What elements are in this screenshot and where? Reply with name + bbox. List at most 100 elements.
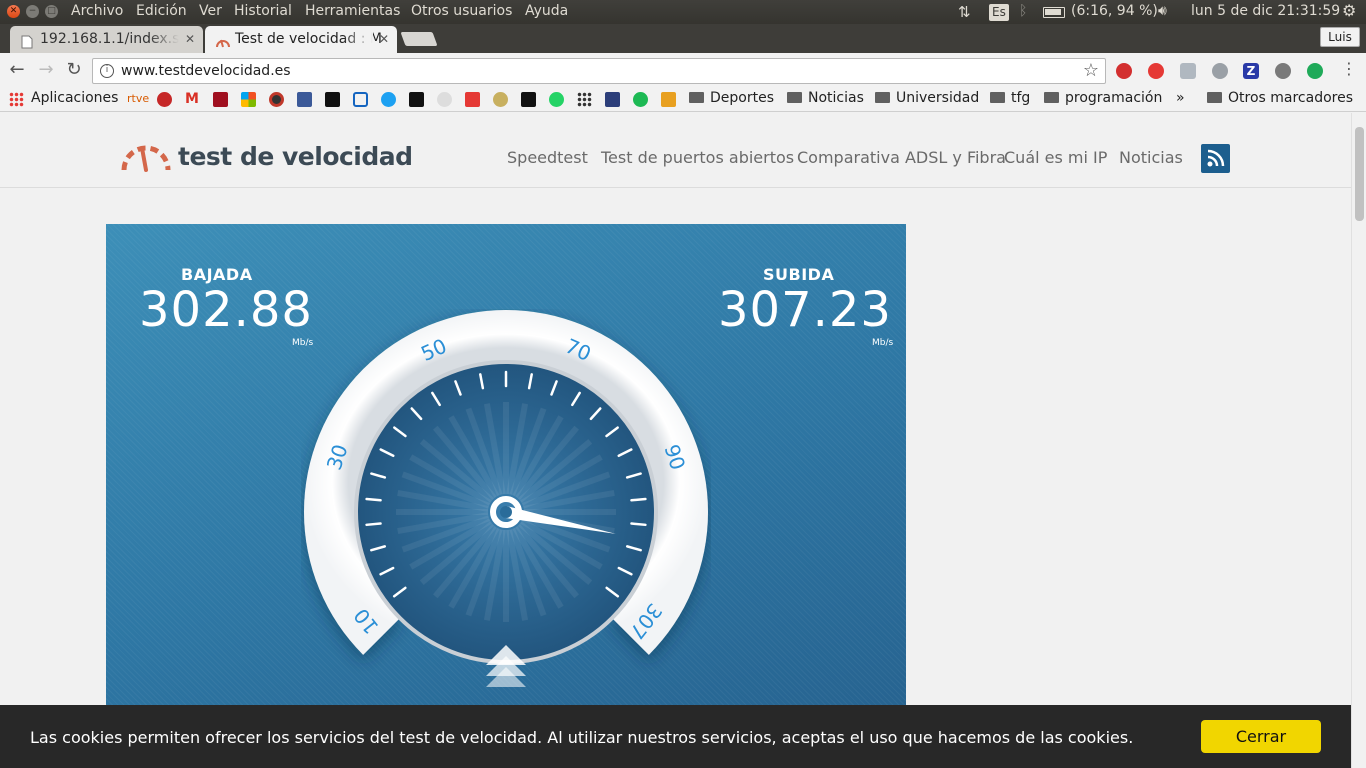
volume-icon[interactable]: 🔊︎	[1158, 3, 1167, 19]
bookmark-hex-icon[interactable]	[353, 92, 368, 107]
extension-power-icon[interactable]	[1275, 63, 1291, 79]
bookmark-chart-icon[interactable]	[521, 92, 536, 107]
menu-herramientas[interactable]: Herramientas	[305, 3, 400, 19]
bookmarks-bar: Aplicaciones rtve M Deportes Noticias Un…	[0, 88, 1366, 112]
bluetooth-icon[interactable]: ᛒ	[1019, 3, 1027, 19]
battery-status[interactable]: (6:16, 94 %)	[1071, 3, 1158, 19]
extension-zotero-icon[interactable]: Z	[1243, 63, 1259, 79]
keyboard-layout-indicator[interactable]: Es	[989, 4, 1009, 21]
tab-speedtest[interactable]: Test de velocidad : M ✕	[205, 26, 397, 53]
address-url[interactable]: www.testdevelocidad.es	[121, 63, 291, 79]
menu-edicion[interactable]: Edición	[136, 3, 187, 19]
chrome-menu-icon[interactable]: ⋮	[1338, 59, 1360, 78]
extension-grammarly-icon[interactable]	[1307, 63, 1323, 79]
bookmark-folder-tfg[interactable]: tfg	[990, 90, 1030, 106]
upload-unit: Mb/s	[872, 338, 894, 348]
window-minimize-button[interactable]: −	[26, 5, 39, 18]
speed-gauge: 103050 7090307	[304, 310, 708, 687]
bookmark-bug-icon[interactable]	[157, 92, 172, 107]
bookmark-dots-icon[interactable]	[577, 92, 592, 107]
screen: ✕ − □ Archivo Edición Ver Historial Herr…	[0, 0, 1366, 768]
system-gear-icon[interactable]: ⚙	[1342, 1, 1356, 20]
tab-strip: 192.168.1.1/index.s ✕ Test de velocidad …	[0, 24, 1366, 53]
bookmark-gmail-icon[interactable]: M	[185, 92, 200, 107]
folder-icon	[1207, 92, 1222, 103]
bookmark-cloud-icon[interactable]	[437, 92, 452, 107]
extension-bug-icon[interactable]	[1116, 63, 1132, 79]
extension-dropbox-icon[interactable]	[1180, 63, 1196, 79]
extension-adblock-icon[interactable]	[1148, 63, 1164, 79]
bookmark-twitter-icon[interactable]	[381, 92, 396, 107]
window-close-button[interactable]: ✕	[7, 5, 20, 18]
bookmark-folder-otros[interactable]: Otros marcadores	[1207, 90, 1353, 106]
folder-icon	[689, 92, 704, 103]
bookmark-aplicaciones[interactable]: Aplicaciones	[31, 90, 118, 106]
bookmark-folder-deportes[interactable]: Deportes	[689, 90, 774, 106]
bookmark-rtve[interactable]: rtve	[127, 92, 149, 105]
profile-button[interactable]: Luis	[1320, 27, 1360, 47]
rss-icon	[1207, 149, 1225, 167]
tab-close-icon[interactable]: ✕	[185, 26, 195, 53]
web-page: test de velocidad Speedtest Test de puer…	[0, 113, 1351, 768]
page-scrollbar[interactable]	[1351, 113, 1366, 768]
bookmark-folder-universidad[interactable]: Universidad	[875, 90, 979, 106]
site-logo-text[interactable]: test de velocidad	[178, 142, 413, 171]
bookmark-red-icon[interactable]	[465, 92, 480, 107]
cookie-close-button[interactable]: Cerrar	[1201, 720, 1321, 753]
bookmark-whatsapp-icon[interactable]	[549, 92, 564, 107]
rss-button[interactable]	[1201, 144, 1230, 173]
bookmarks-overflow-button[interactable]: »	[1176, 90, 1185, 106]
bookmark-record-icon[interactable]	[269, 92, 284, 107]
bookmark-seal-icon[interactable]	[493, 92, 508, 107]
cookie-banner: Las cookies permiten ofrecer los servici…	[0, 705, 1351, 768]
cookie-text: Las cookies permiten ofrecer los servici…	[30, 728, 1134, 747]
folder-icon	[787, 92, 802, 103]
download-value: 302.88	[139, 282, 313, 338]
clock[interactable]: lun 5 de dic 21:31:59	[1191, 3, 1340, 19]
upload-value: 307.23	[718, 282, 892, 338]
battery-icon[interactable]	[1043, 7, 1065, 18]
reload-icon[interactable]: ↻	[63, 59, 85, 80]
bookmark-de-icon[interactable]	[661, 92, 676, 107]
nav-speedtest[interactable]: Speedtest	[507, 148, 588, 167]
network-arrows-icon[interactable]: ⇅	[958, 3, 971, 21]
gauge-tick	[630, 497, 647, 502]
bookmark-facebook-icon[interactable]	[297, 92, 312, 107]
gauge-tick	[365, 497, 382, 502]
tab-close-icon[interactable]: ✕	[379, 26, 389, 53]
site-info-icon[interactable]: i	[100, 64, 114, 78]
bookmark-t-icon[interactable]	[325, 92, 340, 107]
back-icon[interactable]: ←	[6, 59, 28, 80]
menu-archivo[interactable]: Archivo	[71, 3, 123, 19]
menu-historial[interactable]: Historial	[234, 3, 292, 19]
bookmark-microsoft-icon[interactable]	[241, 92, 256, 107]
apps-grid-icon	[9, 92, 24, 107]
new-tab-button[interactable]	[400, 32, 438, 46]
speedometer-logo-icon[interactable]	[120, 140, 172, 174]
extension-share-icon[interactable]	[1212, 63, 1228, 79]
scrollbar-thumb[interactable]	[1355, 127, 1364, 221]
nav-noticias[interactable]: Noticias	[1119, 148, 1183, 167]
bookmark-star-icon[interactable]: ☆	[1083, 60, 1099, 81]
bookmark-spotify-icon[interactable]	[633, 92, 648, 107]
bookmark-blue-icon[interactable]	[605, 92, 620, 107]
tab-router[interactable]: 192.168.1.1/index.s ✕	[10, 26, 203, 53]
bookmark-bb-icon[interactable]	[409, 92, 424, 107]
gauge-tick	[630, 522, 647, 527]
site-header: test de velocidad Speedtest Test de puer…	[0, 113, 1351, 188]
menu-ver[interactable]: Ver	[199, 3, 222, 19]
nav-cual-es-mi-ip[interactable]: Cuál es mi IP	[1004, 148, 1107, 167]
nav-test-puertos[interactable]: Test de puertos abiertos	[601, 148, 794, 167]
bookmark-folder-programacion[interactable]: programación	[1044, 90, 1162, 106]
forward-icon[interactable]: →	[35, 59, 57, 80]
nav-comparativa[interactable]: Comparativa ADSL y Fibra	[797, 148, 1006, 167]
address-bar[interactable]: i www.testdevelocidad.es ☆	[92, 58, 1106, 84]
folder-icon	[990, 92, 1005, 103]
speedometer-favicon-icon	[215, 32, 230, 48]
bookmark-uc-icon[interactable]	[213, 92, 228, 107]
window-maximize-button[interactable]: □	[45, 5, 58, 18]
speedtest-panel: BAJADA 302.88 Mb/s SUBIDA 307.23 Mb/s 10…	[106, 224, 906, 768]
menu-otros-usuarios[interactable]: Otros usuarios	[411, 3, 512, 19]
bookmark-folder-noticias[interactable]: Noticias	[787, 90, 864, 106]
menu-ayuda[interactable]: Ayuda	[525, 3, 568, 19]
